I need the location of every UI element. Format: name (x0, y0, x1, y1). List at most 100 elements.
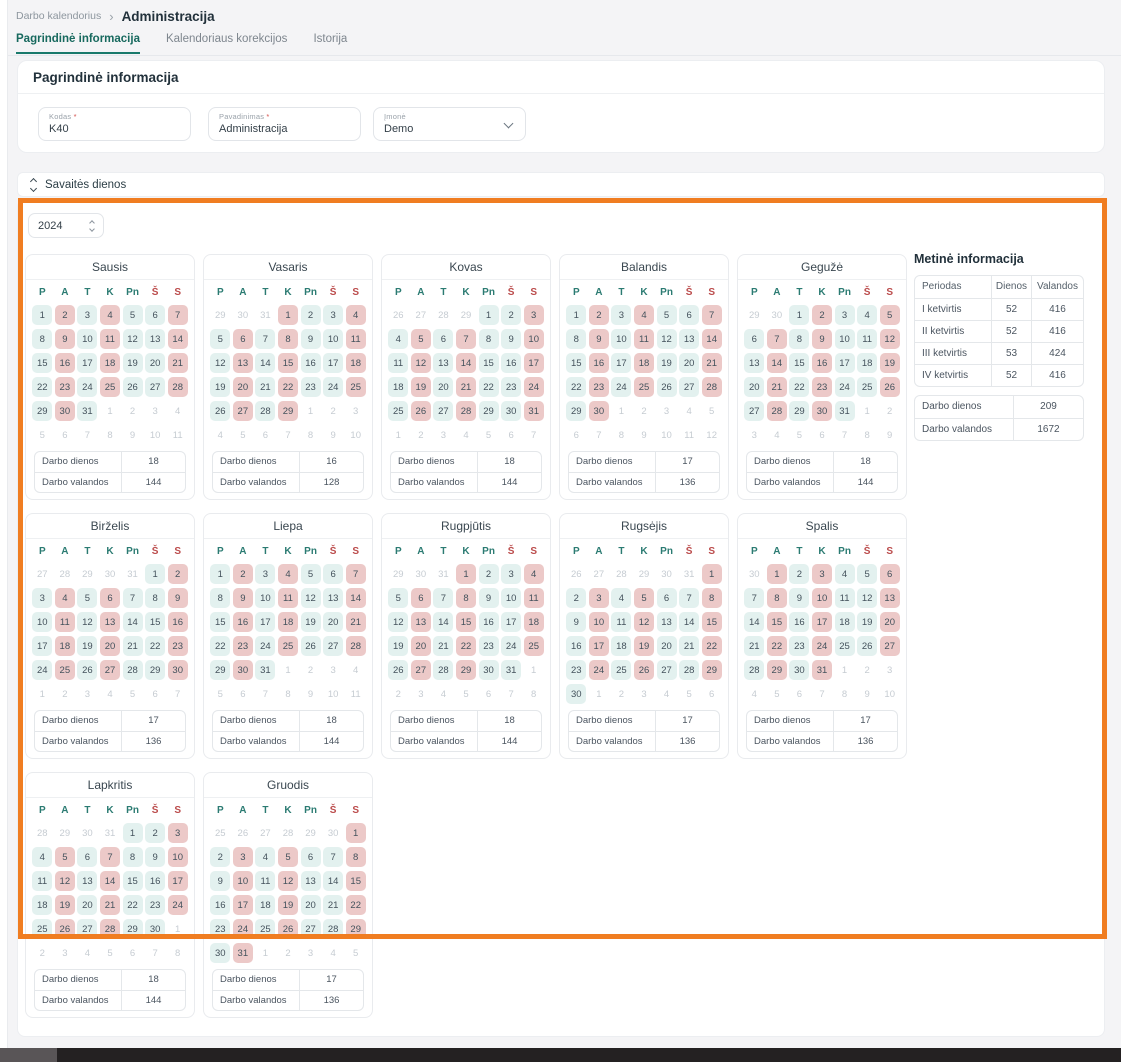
day-cell[interactable]: 2 (812, 305, 832, 325)
day-cell[interactable]: 24 (524, 377, 544, 397)
day-cell[interactable]: 22 (346, 895, 366, 915)
day-cell[interactable]: 30 (55, 401, 75, 421)
day-cell[interactable]: 25 (346, 377, 366, 397)
day-cell[interactable]: 3 (77, 305, 97, 325)
day-cell[interactable]: 16 (501, 353, 521, 373)
day-cell[interactable]: 26 (634, 660, 654, 680)
day-cell[interactable]: 30 (789, 660, 809, 680)
day-cell[interactable]: 24 (611, 377, 631, 397)
day-cell[interactable]: 19 (857, 612, 877, 632)
day-cell[interactable]: 26 (411, 401, 431, 421)
day-cell[interactable]: 26 (278, 919, 298, 939)
day-cell[interactable]: 19 (278, 895, 298, 915)
day-cell[interactable]: 28 (323, 919, 343, 939)
day-cell[interactable]: 19 (411, 377, 431, 397)
day-cell[interactable]: 2 (501, 305, 521, 325)
day-cell[interactable]: 11 (55, 612, 75, 632)
day-cell[interactable]: 10 (77, 329, 97, 349)
day-cell[interactable]: 23 (210, 919, 230, 939)
day-cell[interactable]: 11 (255, 871, 275, 891)
day-cell[interactable]: 22 (210, 636, 230, 656)
day-cell[interactable]: 6 (323, 564, 343, 584)
day-cell[interactable]: 29 (278, 401, 298, 421)
day-cell[interactable]: 3 (835, 305, 855, 325)
day-cell[interactable]: 6 (657, 588, 677, 608)
day-cell[interactable]: 6 (100, 588, 120, 608)
day-cell[interactable]: 2 (210, 847, 230, 867)
day-cell[interactable]: 25 (255, 919, 275, 939)
day-cell[interactable]: 31 (77, 401, 97, 421)
day-cell[interactable]: 30 (501, 401, 521, 421)
day-cell[interactable]: 13 (657, 612, 677, 632)
day-cell[interactable]: 26 (123, 377, 143, 397)
day-cell[interactable]: 10 (323, 329, 343, 349)
day-cell[interactable]: 15 (702, 612, 722, 632)
day-cell[interactable]: 3 (233, 847, 253, 867)
day-cell[interactable]: 25 (611, 660, 631, 680)
day-cell[interactable]: 22 (278, 377, 298, 397)
day-cell[interactable]: 15 (145, 612, 165, 632)
day-cell[interactable]: 13 (679, 329, 699, 349)
tab-kalendoriaus-korekcijos[interactable]: Kalendoriaus korekcijos (166, 33, 287, 54)
day-cell[interactable]: 18 (55, 636, 75, 656)
day-cell[interactable]: 14 (679, 612, 699, 632)
day-cell[interactable]: 21 (123, 636, 143, 656)
day-cell[interactable]: 20 (100, 636, 120, 656)
day-cell[interactable]: 23 (145, 895, 165, 915)
day-cell[interactable]: 9 (479, 588, 499, 608)
day-cell[interactable]: 20 (880, 612, 900, 632)
day-cell[interactable]: 17 (32, 636, 52, 656)
day-cell[interactable]: 27 (657, 660, 677, 680)
day-cell[interactable]: 8 (278, 329, 298, 349)
day-cell[interactable]: 5 (657, 305, 677, 325)
day-cell[interactable]: 6 (433, 329, 453, 349)
day-cell[interactable]: 22 (479, 377, 499, 397)
day-cell[interactable]: 14 (346, 588, 366, 608)
day-cell[interactable]: 20 (433, 377, 453, 397)
day-cell[interactable]: 27 (323, 636, 343, 656)
day-cell[interactable]: 17 (589, 636, 609, 656)
day-cell[interactable]: 18 (835, 612, 855, 632)
day-cell[interactable]: 8 (32, 329, 52, 349)
day-cell[interactable]: 23 (566, 660, 586, 680)
day-cell[interactable]: 19 (634, 636, 654, 656)
day-cell[interactable]: 2 (145, 823, 165, 843)
day-cell[interactable]: 8 (346, 847, 366, 867)
day-cell[interactable]: 18 (524, 612, 544, 632)
day-cell[interactable]: 2 (55, 305, 75, 325)
tab-istorija[interactable]: Istorija (313, 33, 347, 54)
day-cell[interactable]: 16 (168, 612, 188, 632)
day-cell[interactable]: 29 (210, 660, 230, 680)
day-cell[interactable]: 13 (77, 871, 97, 891)
day-cell[interactable]: 29 (767, 660, 787, 680)
day-cell[interactable]: 13 (233, 353, 253, 373)
day-cell[interactable]: 4 (611, 588, 631, 608)
day-cell[interactable]: 14 (433, 612, 453, 632)
day-cell[interactable]: 30 (233, 660, 253, 680)
day-cell[interactable]: 8 (767, 588, 787, 608)
day-cell[interactable]: 12 (77, 612, 97, 632)
day-cell[interactable]: 3 (255, 564, 275, 584)
day-cell[interactable]: 11 (835, 588, 855, 608)
day-cell[interactable]: 11 (278, 588, 298, 608)
day-cell[interactable]: 18 (32, 895, 52, 915)
day-cell[interactable]: 20 (77, 895, 97, 915)
day-cell[interactable]: 26 (857, 636, 877, 656)
day-cell[interactable]: 30 (812, 401, 832, 421)
day-cell[interactable]: 24 (835, 377, 855, 397)
day-cell[interactable]: 17 (233, 895, 253, 915)
day-cell[interactable]: 25 (634, 377, 654, 397)
day-cell[interactable]: 1 (479, 305, 499, 325)
day-cell[interactable]: 19 (388, 636, 408, 656)
day-cell[interactable]: 9 (145, 847, 165, 867)
day-cell[interactable]: 21 (702, 353, 722, 373)
day-cell[interactable]: 7 (168, 305, 188, 325)
day-cell[interactable]: 21 (456, 377, 476, 397)
day-cell[interactable]: 6 (301, 847, 321, 867)
day-cell[interactable]: 12 (278, 871, 298, 891)
day-cell[interactable]: 8 (123, 847, 143, 867)
day-cell[interactable]: 30 (479, 660, 499, 680)
day-cell[interactable]: 31 (255, 660, 275, 680)
day-cell[interactable]: 12 (388, 612, 408, 632)
day-cell[interactable]: 16 (301, 353, 321, 373)
